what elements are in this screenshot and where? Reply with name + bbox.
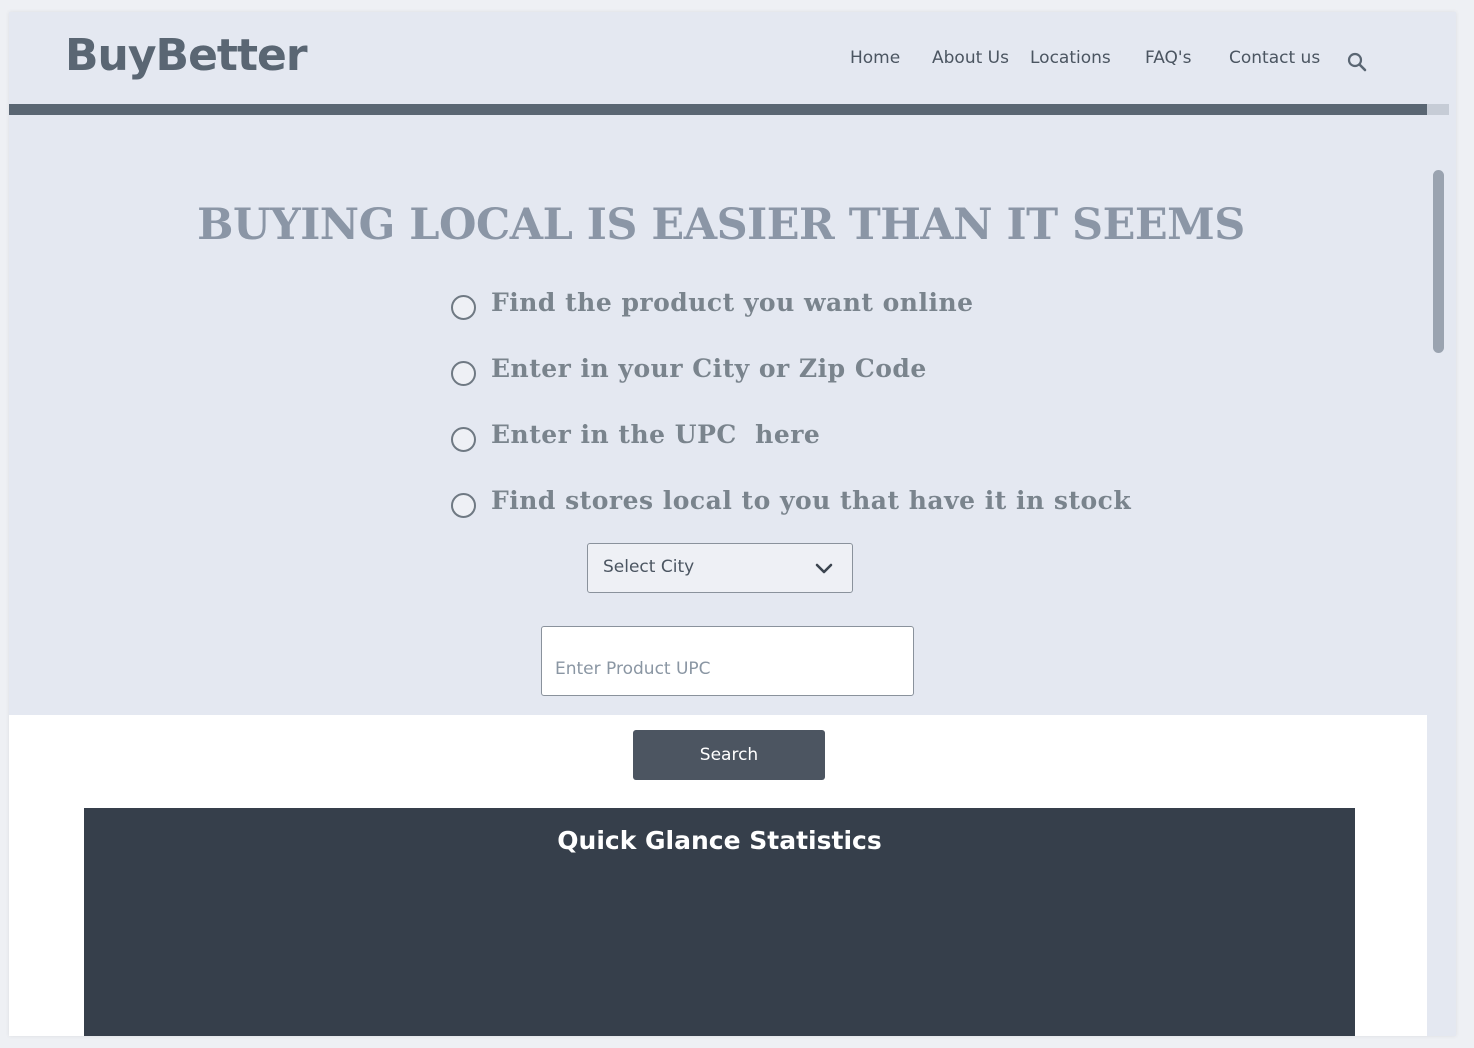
city-select[interactable]: Select City	[587, 543, 853, 593]
hero-title: BUYING LOCAL IS EASIER THAN IT SEEMS	[197, 200, 1245, 250]
lower-right-strip	[1427, 715, 1449, 1036]
upc-input[interactable]	[541, 626, 914, 696]
nav-item-locations[interactable]: Locations	[1030, 48, 1111, 68]
stats-title: Quick Glance Statistics	[557, 826, 882, 855]
browser-window: BuyBetter Home About Us Locations FAQ's …	[9, 12, 1456, 1036]
step-radio[interactable]	[451, 427, 476, 452]
nav-item-faqs[interactable]: FAQ's	[1145, 48, 1191, 68]
stats-panel: Quick Glance Statistics	[84, 808, 1355, 1036]
chevron-down-icon	[814, 560, 834, 576]
step-label: Find stores local to you that have it in…	[491, 486, 1132, 515]
step-radio[interactable]	[451, 295, 476, 320]
step-radio[interactable]	[451, 493, 476, 518]
step-label: Enter in your City or Zip Code	[491, 354, 927, 383]
search-button[interactable]: Search	[633, 730, 825, 780]
city-select-value: Select City	[603, 557, 695, 577]
nav-item-home[interactable]: Home	[850, 48, 900, 68]
main-nav: Home About Us Locations FAQ's Contact us	[9, 48, 1449, 78]
step-label: Enter in the UPC here	[491, 420, 821, 449]
header-accent-bar-end	[1427, 104, 1449, 115]
scrollbar-thumb[interactable]	[1433, 170, 1444, 353]
header-accent-bar	[9, 104, 1427, 115]
step-label: Find the product you want online	[491, 288, 974, 317]
step-radio[interactable]	[451, 361, 476, 386]
nav-item-about-us[interactable]: About Us	[932, 48, 1009, 68]
search-icon[interactable]	[1347, 52, 1367, 72]
nav-item-contact-us[interactable]: Contact us	[1229, 48, 1320, 68]
site-header: BuyBetter Home About Us Locations FAQ's …	[9, 12, 1449, 104]
